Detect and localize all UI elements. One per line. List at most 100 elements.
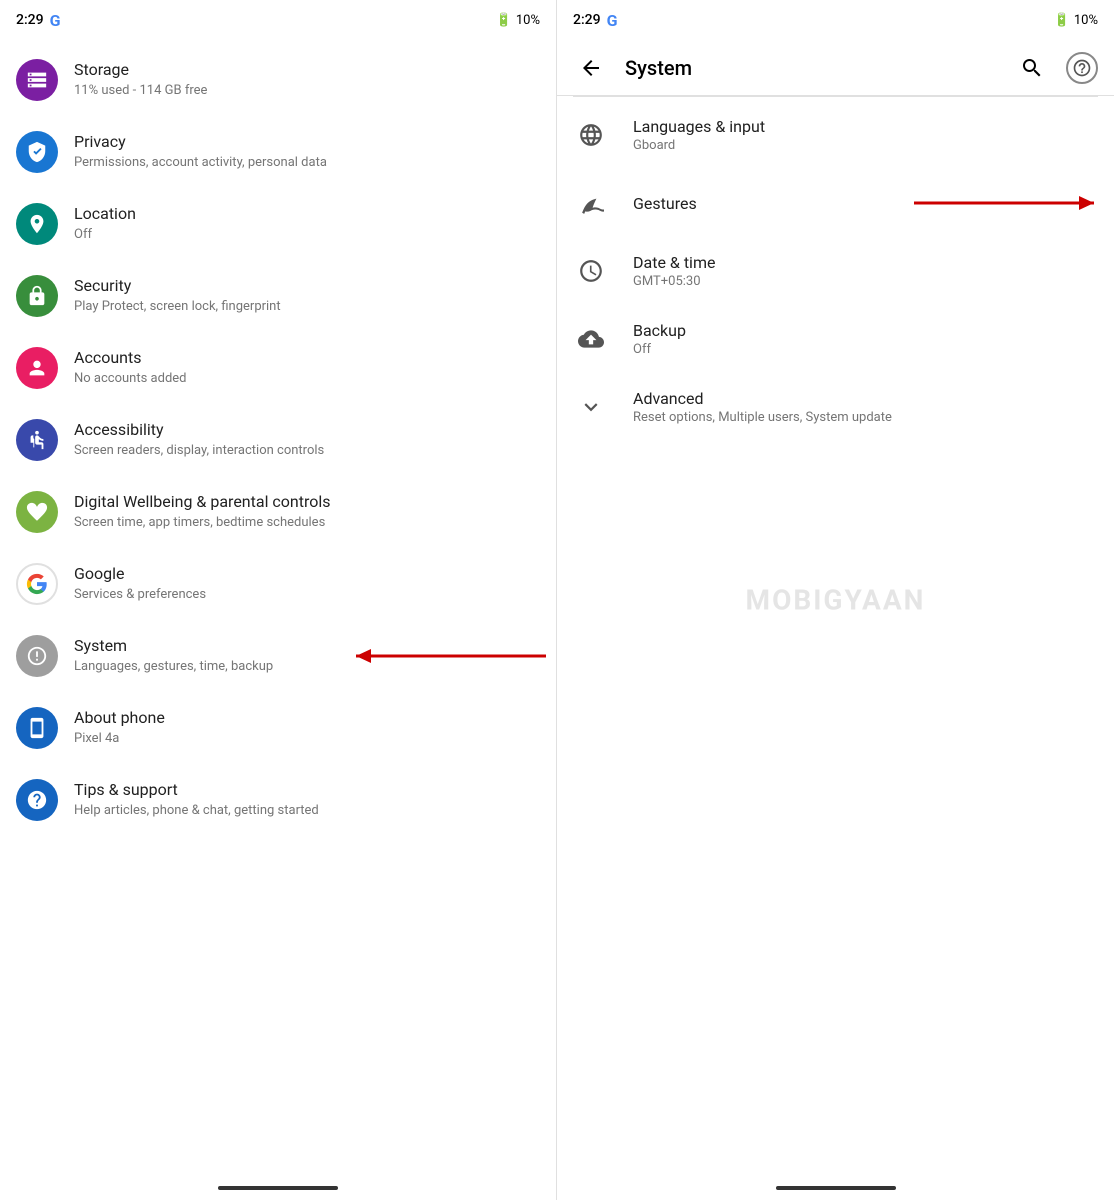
wellbeing-subtitle: Screen time, app timers, bedtime schedul… — [74, 515, 540, 532]
accounts-title: Accounts — [74, 348, 540, 369]
gestures-icon — [573, 185, 609, 221]
system-item-backup[interactable]: Backup Off — [557, 305, 1114, 373]
left-battery-icon: 🔋 — [496, 13, 512, 28]
settings-item-location[interactable]: Location Off — [0, 188, 556, 260]
tips-title: Tips & support — [74, 780, 540, 801]
backup-title: Backup — [633, 321, 1098, 340]
advanced-subtitle: Reset options, Multiple users, System up… — [633, 410, 1098, 425]
left-google-logo: G — [50, 11, 61, 30]
left-battery-pct: 10% — [516, 13, 540, 28]
accessibility-text: Accessibility Screen readers, display, i… — [74, 420, 540, 460]
google-text: Google Services & preferences — [74, 564, 540, 604]
system-settings-list: Languages & input Gboard Gestures — [557, 97, 1114, 1176]
location-text: Location Off — [74, 204, 540, 244]
backup-icon — [573, 321, 609, 357]
wellbeing-icon — [16, 491, 58, 533]
accounts-icon — [16, 347, 58, 389]
about-subtitle: Pixel 4a — [74, 731, 540, 748]
security-title: Security — [74, 276, 540, 297]
back-button[interactable] — [573, 50, 609, 86]
left-status-bar: 2:29 G 🔋 10% — [0, 0, 556, 40]
left-status-left: 2:29 G — [16, 11, 60, 30]
google-icon — [16, 563, 58, 605]
right-bottom-bar — [557, 1176, 1114, 1200]
tips-text: Tips & support Help articles, phone & ch… — [74, 780, 540, 820]
settings-item-storage[interactable]: Storage 11% used - 114 GB free — [0, 44, 556, 116]
right-status-bar: 2:29 G 🔋 10% — [557, 0, 1114, 40]
system-icon — [16, 635, 58, 677]
languages-title: Languages & input — [633, 117, 1098, 136]
right-status-left: 2:29 G — [573, 11, 617, 30]
wellbeing-text: Digital Wellbeing & parental controls Sc… — [74, 492, 540, 532]
right-time: 2:29 — [573, 12, 601, 28]
location-title: Location — [74, 204, 540, 225]
tips-subtitle: Help articles, phone & chat, getting sta… — [74, 803, 540, 820]
storage-icon — [16, 59, 58, 101]
location-subtitle: Off — [74, 227, 540, 244]
left-panel: 2:29 G 🔋 10% Storage 11% used - 114 GB f… — [0, 0, 557, 1200]
datetime-title: Date & time — [633, 253, 1098, 272]
system-item-advanced[interactable]: Advanced Reset options, Multiple users, … — [557, 373, 1114, 441]
google-title: Google — [74, 564, 540, 585]
advanced-text: Advanced Reset options, Multiple users, … — [633, 389, 1098, 425]
languages-icon — [573, 117, 609, 153]
about-title: About phone — [74, 708, 540, 729]
help-button[interactable] — [1066, 52, 1098, 84]
system-arrow-annotation — [346, 641, 556, 671]
settings-item-tips[interactable]: Tips & support Help articles, phone & ch… — [0, 764, 556, 836]
settings-item-wellbeing[interactable]: Digital Wellbeing & parental controls Sc… — [0, 476, 556, 548]
system-item-languages[interactable]: Languages & input Gboard — [557, 101, 1114, 169]
system-item-datetime[interactable]: Date & time GMT+05:30 — [557, 237, 1114, 305]
privacy-text: Privacy Permissions, account activity, p… — [74, 132, 540, 172]
advanced-title: Advanced — [633, 389, 1098, 408]
settings-item-accounts[interactable]: Accounts No accounts added — [0, 332, 556, 404]
settings-item-google[interactable]: Google Services & preferences — [0, 548, 556, 620]
location-icon — [16, 203, 58, 245]
right-battery-icon: 🔋 — [1054, 13, 1070, 28]
accounts-text: Accounts No accounts added — [74, 348, 540, 388]
about-text: About phone Pixel 4a — [74, 708, 540, 748]
left-time: 2:29 — [16, 12, 44, 28]
settings-item-privacy[interactable]: Privacy Permissions, account activity, p… — [0, 116, 556, 188]
datetime-subtitle: GMT+05:30 — [633, 274, 1098, 289]
languages-text: Languages & input Gboard — [633, 117, 1098, 153]
accessibility-subtitle: Screen readers, display, interaction con… — [74, 443, 540, 460]
settings-list: Storage 11% used - 114 GB free Privacy P… — [0, 40, 556, 1176]
google-subtitle: Services & preferences — [74, 587, 540, 604]
privacy-subtitle: Permissions, account activity, personal … — [74, 155, 540, 172]
storage-subtitle: 11% used - 114 GB free — [74, 83, 540, 100]
settings-item-about[interactable]: About phone Pixel 4a — [0, 692, 556, 764]
security-text: Security Play Protect, screen lock, fing… — [74, 276, 540, 316]
right-nav-pill — [776, 1186, 896, 1190]
left-nav-pill — [218, 1186, 338, 1190]
search-button[interactable] — [1014, 50, 1050, 86]
settings-item-accessibility[interactable]: Accessibility Screen readers, display, i… — [0, 404, 556, 476]
about-icon — [16, 707, 58, 749]
settings-item-system[interactable]: System Languages, gestures, time, backup — [0, 620, 556, 692]
accounts-subtitle: No accounts added — [74, 371, 540, 388]
datetime-icon — [573, 253, 609, 289]
right-status-right: 🔋 10% — [1054, 13, 1098, 28]
right-battery-pct: 10% — [1074, 13, 1098, 28]
right-panel: 2:29 G 🔋 10% System — [557, 0, 1114, 1200]
system-item-gestures[interactable]: Gestures — [557, 169, 1114, 237]
system-header: System — [557, 40, 1114, 96]
advanced-expand-icon — [573, 389, 609, 425]
privacy-title: Privacy — [74, 132, 540, 153]
system-header-title: System — [625, 56, 998, 80]
privacy-icon — [16, 131, 58, 173]
tips-icon — [16, 779, 58, 821]
datetime-text: Date & time GMT+05:30 — [633, 253, 1098, 289]
left-bottom-bar — [0, 1176, 556, 1200]
left-status-right: 🔋 10% — [496, 13, 540, 28]
wellbeing-title: Digital Wellbeing & parental controls — [74, 492, 540, 513]
storage-title: Storage — [74, 60, 540, 81]
languages-subtitle: Gboard — [633, 138, 1098, 153]
storage-text: Storage 11% used - 114 GB free — [74, 60, 540, 100]
right-google-logo: G — [607, 11, 618, 30]
gestures-arrow-annotation — [904, 188, 1104, 218]
accessibility-title: Accessibility — [74, 420, 540, 441]
security-icon — [16, 275, 58, 317]
settings-item-security[interactable]: Security Play Protect, screen lock, fing… — [0, 260, 556, 332]
backup-text: Backup Off — [633, 321, 1098, 357]
